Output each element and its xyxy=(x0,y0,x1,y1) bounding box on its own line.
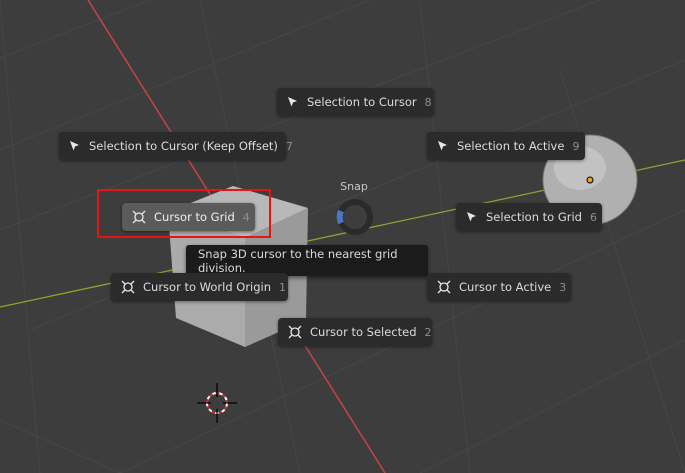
3d-cursor-icon xyxy=(288,325,302,339)
pie-direction-indicator xyxy=(336,199,373,235)
pie-item-selection-to-grid[interactable]: Selection to Grid 6 xyxy=(456,203,602,231)
pie-item-cursor-to-selected[interactable]: Cursor to Selected 2 xyxy=(278,318,432,346)
3d-cursor-icon[interactable] xyxy=(197,383,237,423)
pie-item-shortcut: 7 xyxy=(285,139,293,153)
pie-item-shortcut: 8 xyxy=(424,95,432,109)
pie-item-shortcut: 2 xyxy=(424,325,432,339)
cursor-arrow-icon xyxy=(466,210,478,224)
pie-item-selection-to-cursor[interactable]: Selection to Cursor 8 xyxy=(277,88,434,116)
cursor-arrow-icon xyxy=(437,139,449,153)
pie-item-cursor-to-active[interactable]: Cursor to Active 3 xyxy=(427,273,571,301)
pie-item-label: Selection to Grid xyxy=(486,210,582,224)
pie-item-selection-to-active[interactable]: Selection to Active 9 xyxy=(427,132,585,160)
pie-item-shortcut: 6 xyxy=(590,210,597,224)
pie-item-label: Cursor to Active xyxy=(459,280,552,294)
3d-cursor-icon xyxy=(437,280,451,294)
pie-item-shortcut: 3 xyxy=(559,280,567,294)
pie-item-label: Cursor to World Origin xyxy=(143,280,272,294)
cursor-arrow-icon xyxy=(287,95,299,109)
cursor-arrow-icon xyxy=(69,139,81,153)
pie-item-selection-to-cursor-keep-offset[interactable]: Selection to Cursor (Keep Offset) 7 xyxy=(59,132,293,160)
pie-item-label: Selection to Cursor xyxy=(307,95,417,109)
pie-item-cursor-to-world-origin[interactable]: Cursor to World Origin 1 xyxy=(111,273,288,301)
tooltip-text: Snap 3D cursor to the nearest grid divis… xyxy=(198,246,398,275)
tooltip: Snap 3D cursor to the nearest grid divis… xyxy=(186,245,428,276)
pie-item-shortcut: 1 xyxy=(279,280,287,294)
pie-item-shortcut: 9 xyxy=(572,139,580,153)
pie-item-label: Cursor to Selected xyxy=(310,325,417,339)
pie-item-label: Selection to Cursor (Keep Offset) xyxy=(89,139,278,153)
3d-cursor-icon xyxy=(121,280,135,294)
pie-menu-title: Snap xyxy=(340,180,368,193)
pie-item-label: Selection to Active xyxy=(457,139,565,153)
highlight-box xyxy=(97,189,271,238)
